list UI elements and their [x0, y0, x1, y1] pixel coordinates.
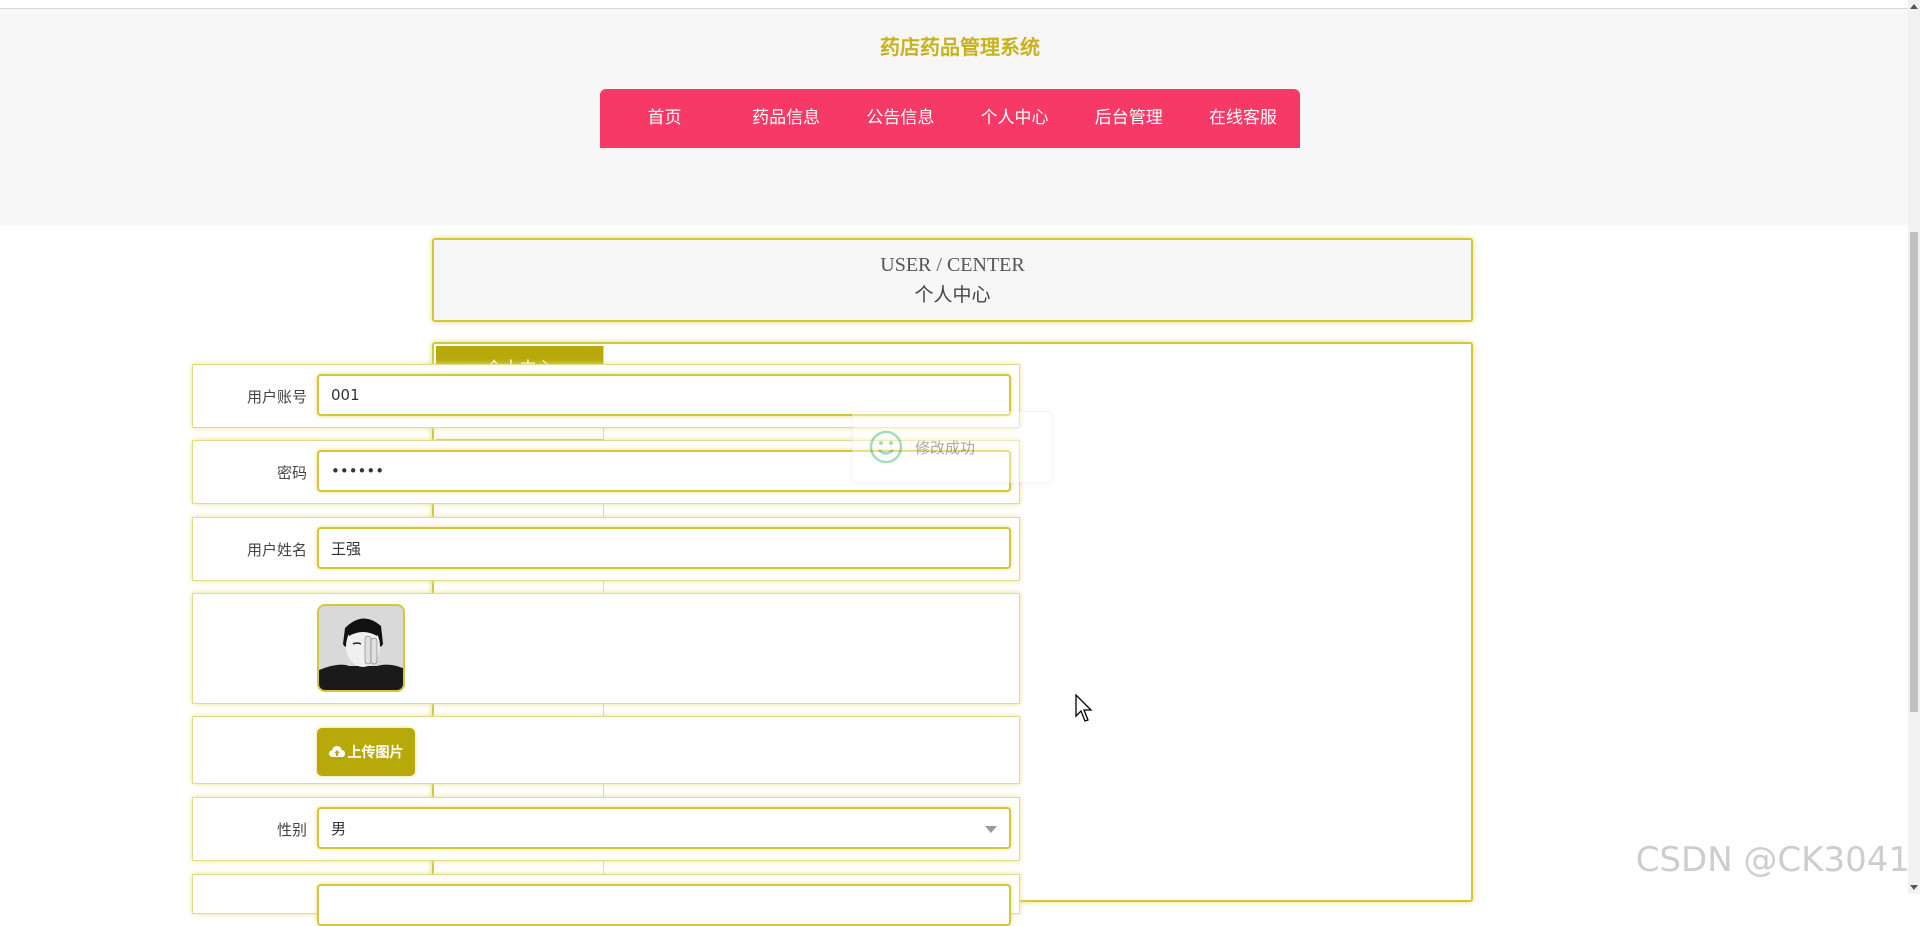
gender-label: 性别 — [277, 798, 307, 860]
nav-item-home[interactable]: 首页 — [600, 89, 729, 148]
avatar[interactable] — [317, 604, 405, 692]
next-field[interactable] — [317, 884, 1011, 926]
page-scrollbar[interactable] — [1908, 0, 1920, 894]
top-divider — [0, 0, 1920, 9]
form-row-avatar — [192, 593, 1020, 704]
scroll-up-icon[interactable] — [1910, 4, 1918, 9]
gender-select[interactable]: 男 — [317, 807, 1011, 849]
mouse-cursor-icon — [1075, 694, 1095, 724]
avatar-image — [319, 606, 405, 692]
nav-item-online-service[interactable]: 在线客服 — [1186, 89, 1300, 148]
nav-item-user-center[interactable]: 个人中心 — [957, 89, 1071, 148]
nav-item-notices[interactable]: 公告信息 — [843, 89, 957, 148]
main-nav: 首页 药品信息 公告信息 个人中心 后台管理 在线客服 — [600, 89, 1300, 148]
smile-icon — [869, 430, 903, 464]
site-header: 药店药品管理系统 首页 药品信息 公告信息 个人中心 后台管理 在线客服 — [0, 9, 1920, 225]
gender-selected-value: 男 — [331, 818, 346, 839]
upload-image-button[interactable]: 上传图片 — [317, 728, 415, 776]
name-field[interactable] — [317, 527, 1011, 569]
toast-message: 修改成功 — [915, 437, 975, 458]
name-label: 用户姓名 — [247, 518, 307, 580]
upload-button-label: 上传图片 — [348, 742, 404, 762]
watermark: CSDN @CK3041 — [1636, 840, 1910, 880]
password-label: 密码 — [277, 441, 307, 503]
form-row-next — [192, 874, 1020, 914]
site-title: 药店药品管理系统 — [0, 31, 1920, 60]
scroll-down-icon[interactable] — [1910, 885, 1918, 890]
cloud-upload-icon — [329, 745, 345, 759]
nav-item-admin[interactable]: 后台管理 — [1072, 89, 1186, 148]
page-title-en: USER / CENTER — [434, 254, 1471, 277]
account-field[interactable] — [317, 374, 1011, 416]
chevron-down-icon — [985, 826, 997, 833]
form-row-upload: 上传图片 — [192, 716, 1020, 784]
nav-item-medicine-info[interactable]: 药品信息 — [729, 89, 843, 148]
form-row-name: 用户姓名 — [192, 517, 1020, 581]
page-title-box: USER / CENTER 个人中心 — [432, 238, 1473, 322]
scrollbar-thumb[interactable] — [1910, 232, 1918, 712]
form-row-gender: 性别 男 — [192, 797, 1020, 861]
page-title: 个人中心 — [434, 280, 1471, 307]
account-label: 用户账号 — [247, 365, 307, 427]
success-toast: 修改成功 — [852, 411, 1052, 483]
